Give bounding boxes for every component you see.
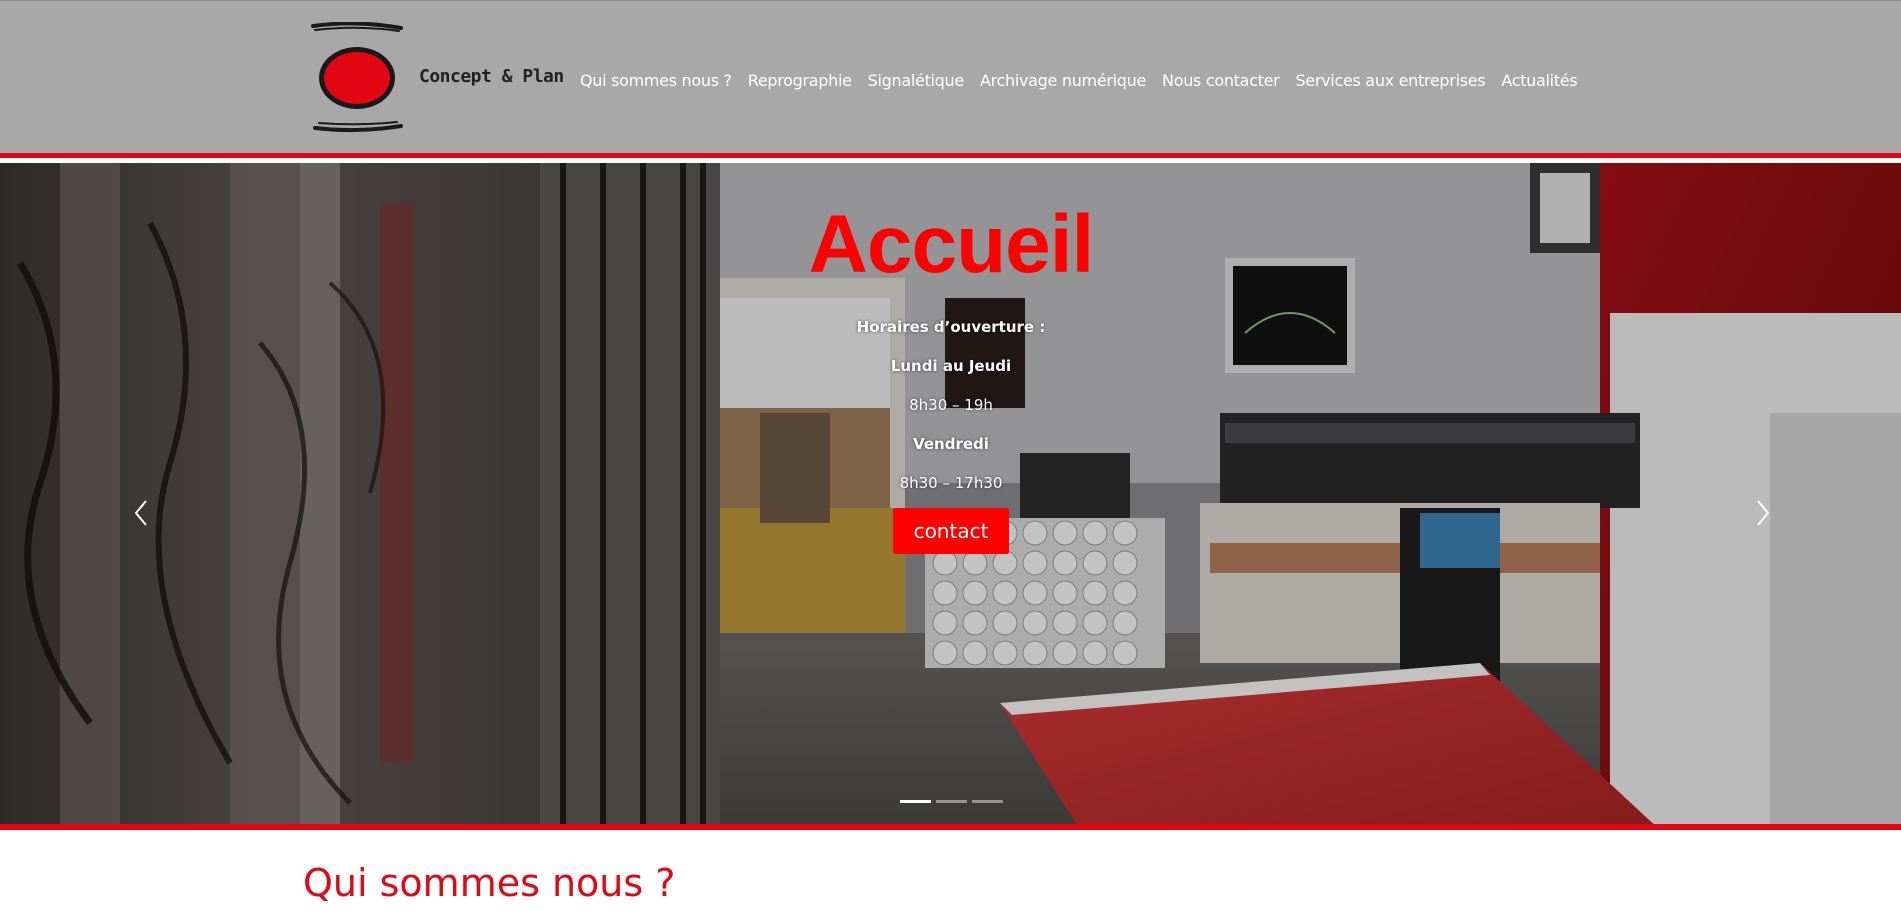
friday-label: Vendredi	[913, 435, 989, 453]
logo[interactable]: Concept & Plan	[311, 22, 564, 136]
section-title-qui-sommes-nous: Qui sommes nous ?	[303, 861, 676, 905]
nav-item-signaletique[interactable]: Signalétique	[860, 69, 972, 93]
nav-item-services-entreprises[interactable]: Services aux entreprises	[1287, 69, 1493, 93]
nav-item-archivage-numerique[interactable]: Archivage numérique	[972, 69, 1154, 93]
slide-indicator-2[interactable]	[936, 800, 967, 803]
contact-button[interactable]: contact	[893, 508, 1009, 554]
nav-item-reprographie[interactable]: Reprographie	[740, 69, 860, 93]
hours-label: Horaires d’ouverture :	[856, 318, 1046, 336]
logo-text: Concept & Plan	[419, 66, 564, 87]
slide-indicators	[900, 800, 1003, 803]
main-nav: Qui sommes nous ? Reprographie Signaléti…	[572, 69, 1585, 93]
logo-mark-icon	[311, 22, 403, 133]
hero-title: Accueil	[808, 199, 1095, 290]
nav-item-nous-contacter[interactable]: Nous contacter	[1154, 69, 1287, 93]
chevron-left-icon	[134, 500, 147, 526]
weekdays-hours: 8h30 – 19h	[909, 396, 993, 414]
slide-indicator-1[interactable]	[900, 800, 931, 803]
hero-slider: Accueil Horaires d’ouverture : Lundi au …	[0, 163, 1901, 830]
nav-item-qui-sommes-nous[interactable]: Qui sommes nous ?	[572, 69, 740, 93]
next-slide-button[interactable]	[1740, 483, 1780, 543]
weekdays-label: Lundi au Jeudi	[890, 357, 1012, 375]
slide-indicator-3[interactable]	[972, 800, 1003, 803]
hero-content: Accueil Horaires d’ouverture : Lundi au …	[800, 199, 1102, 554]
prev-slide-button[interactable]	[124, 483, 164, 543]
nav-item-actualites[interactable]: Actualités	[1493, 69, 1585, 93]
chevron-right-icon	[1757, 500, 1770, 526]
site-header: Concept & Plan Qui sommes nous ? Reprogr…	[0, 0, 1901, 158]
friday-hours: 8h30 – 17h30	[899, 474, 1003, 492]
